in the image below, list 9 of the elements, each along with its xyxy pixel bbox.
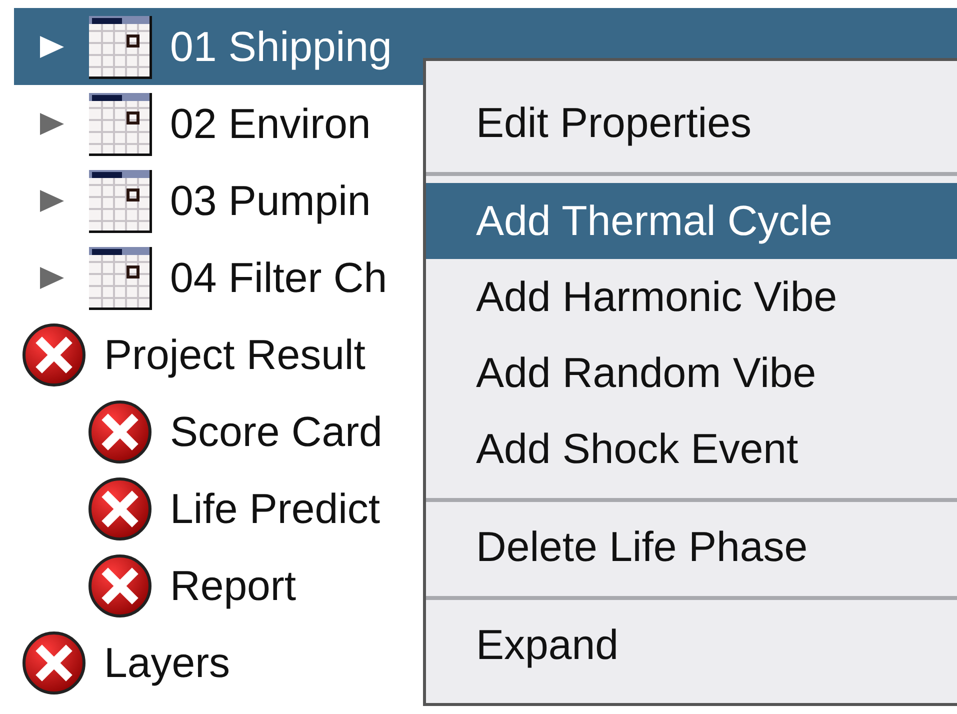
tree-label: 04 Filter Ch [170,254,388,302]
tree-label: 01 Shipping [170,22,392,70]
tree-label: 02 Environ [170,100,371,148]
tree-label: Layers [104,638,230,686]
tree-label: Score Card [170,408,382,456]
tree-label: 03 Pumpin [170,176,371,224]
tree-label: Project Result [104,330,366,378]
tree-label: Life Predict [170,484,380,532]
tree-label: Report [170,562,296,610]
